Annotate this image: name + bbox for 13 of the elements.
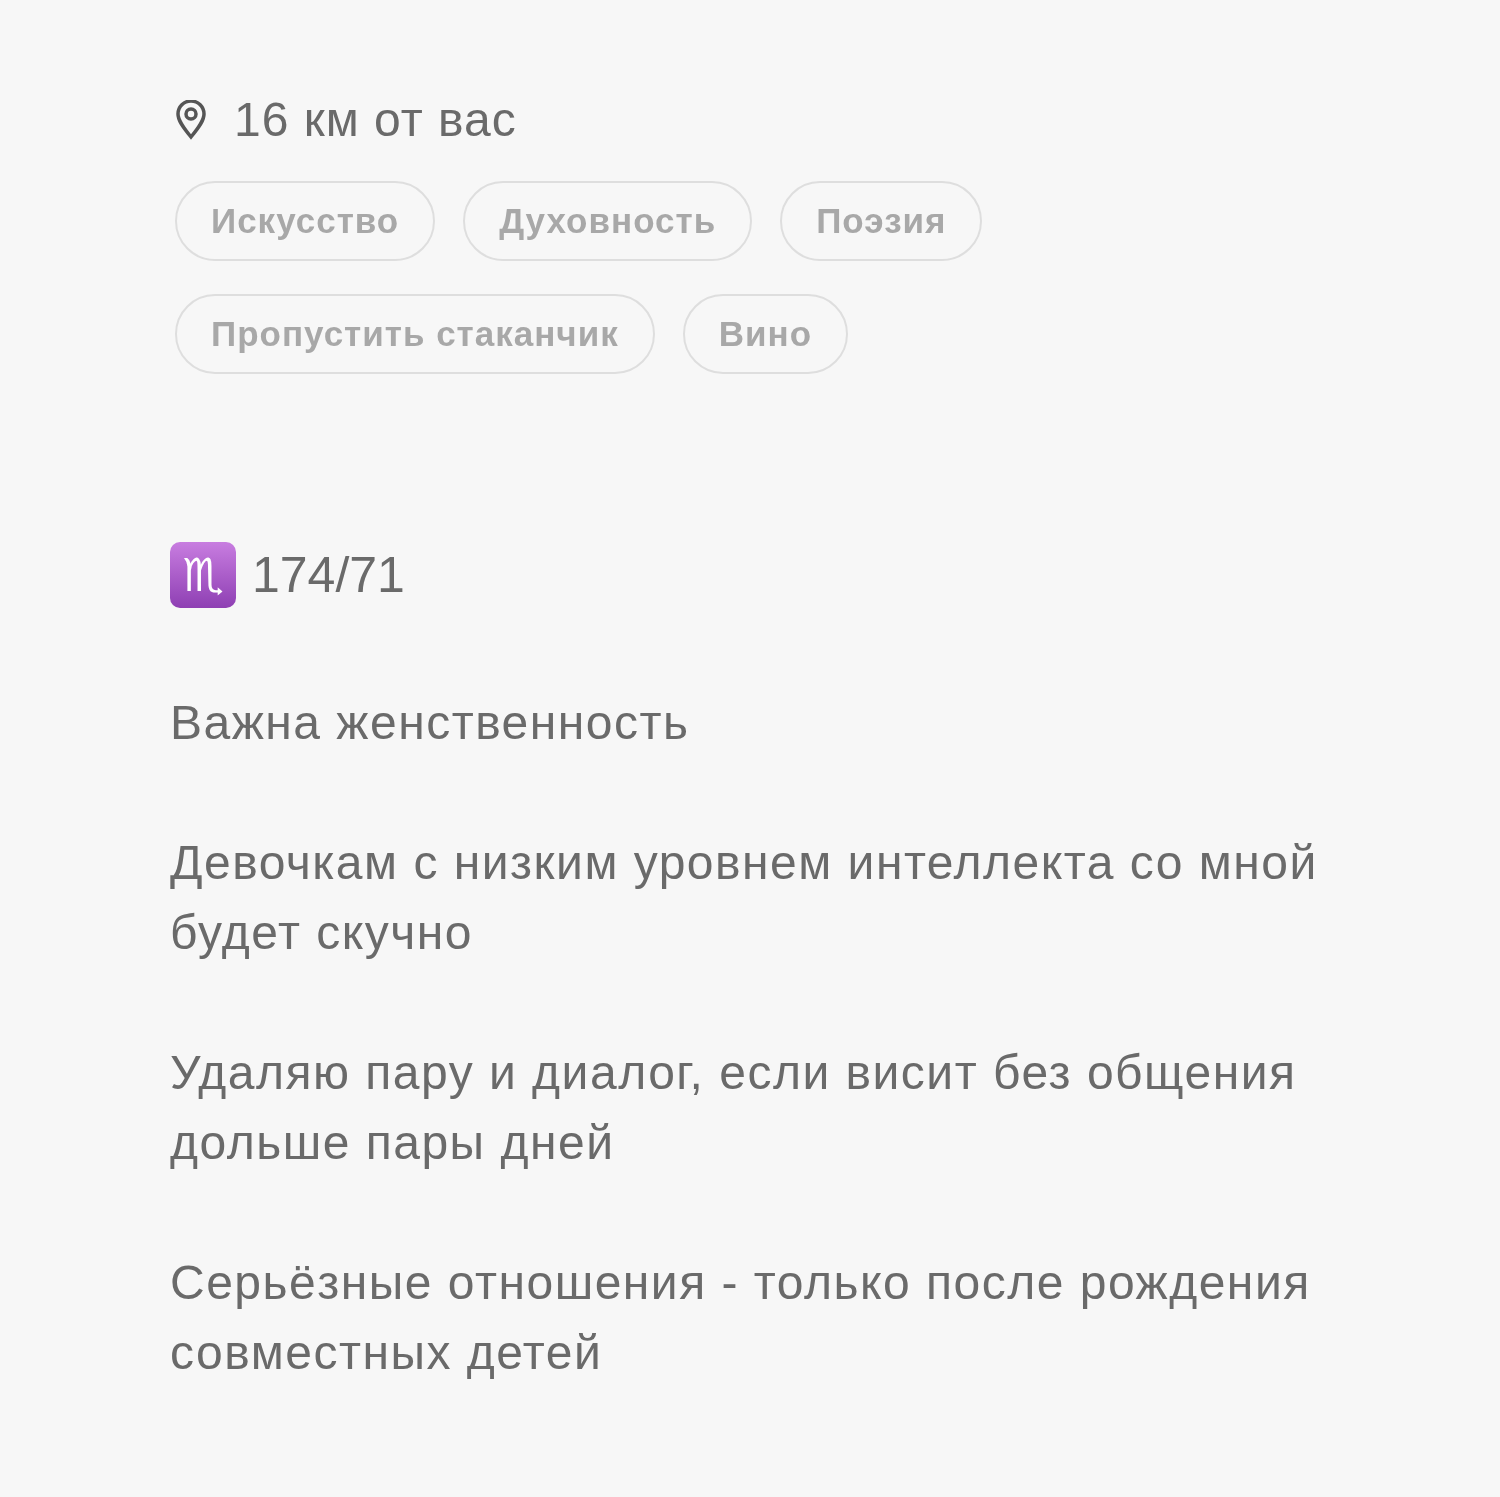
bio-paragraph: Девочкам с низким уровнем интеллекта со мной будет скучно [170,835,1319,961]
bio-paragraph: Важна женственность [170,695,691,751]
interest-tag: Духовность [463,181,753,261]
bio-paragraph: Серьёзные отношения - только после рождения совместных детей [170,1255,1312,1381]
interest-tag: Пропустить стаканчик [175,294,655,374]
interest-tag: Искусство [175,181,436,261]
interest-tag: Вино [682,294,848,374]
distance-text: 16 км от вас [234,92,517,147]
location-pin-icon [174,99,208,140]
interest-tag: Поэзия [780,181,983,261]
zodiac-sign-icon: ♏ [170,542,236,608]
bio-paragraph: Удаляю пару и диалог, если висит без общения дольше пары дней [170,1045,1298,1171]
height-weight-text: 174/71 [252,546,405,604]
